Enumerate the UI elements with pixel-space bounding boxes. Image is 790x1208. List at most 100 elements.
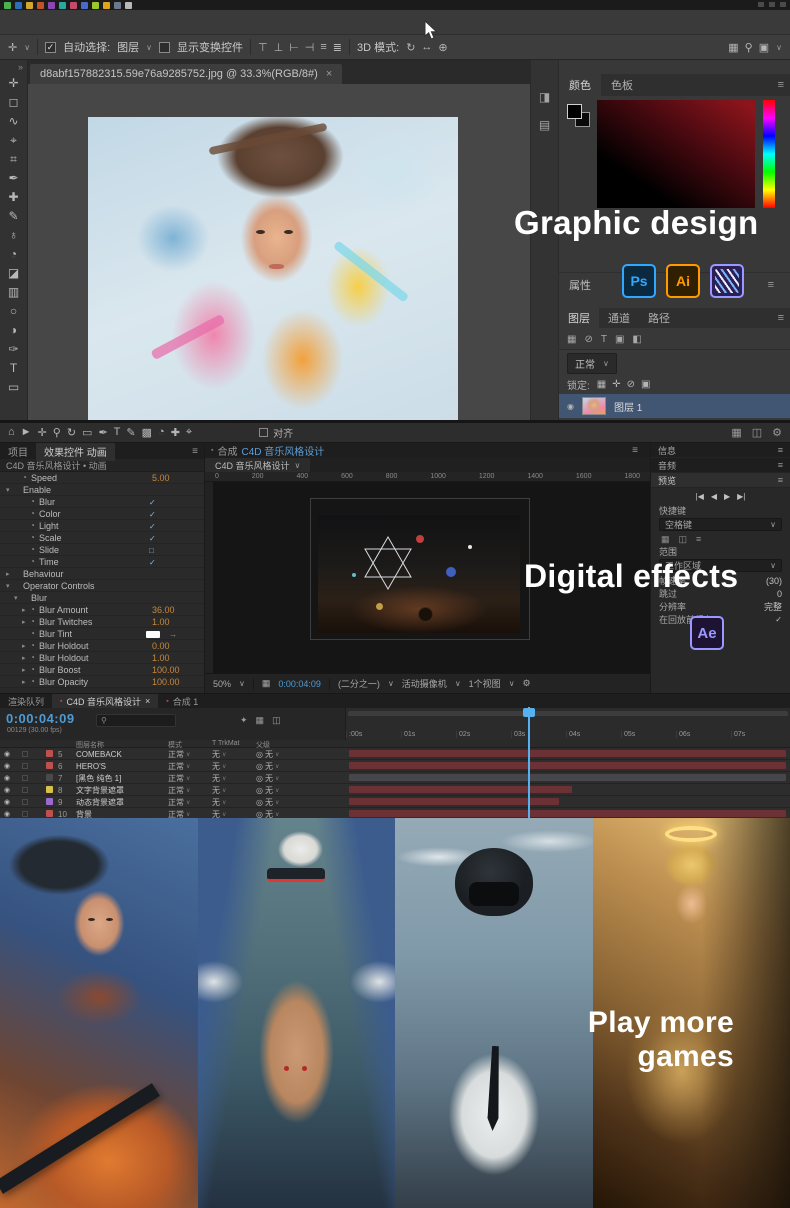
resolution-value[interactable]: (二分之一) <box>338 677 380 690</box>
lock-toggle[interactable] <box>22 787 28 793</box>
pickwhip-icon[interactable]: ◎ <box>256 762 263 771</box>
layer-trkmat[interactable]: 无 ∨ <box>212 772 226 784</box>
resolution-value[interactable]: 完整 <box>764 600 782 613</box>
pickwhip-icon[interactable]: ◎ <box>256 810 263 819</box>
timeline-ruler[interactable]: :00s 01s 02s 03s 04s 05s 06s 07s <box>345 708 790 740</box>
stopwatch-icon[interactable]: ◔ <box>30 653 39 662</box>
expand-arrow-icon[interactable]: ▾ <box>6 582 14 590</box>
layer-duration-bar[interactable] <box>349 774 786 781</box>
stopwatch-icon[interactable]: ◔ <box>30 557 39 566</box>
layer-name[interactable]: [黑色 纯色 1] <box>76 772 121 784</box>
pickwhip-icon[interactable]: ◎ <box>256 774 263 783</box>
timeline-layer-row[interactable]: ◉ 7 [黑色 纯色 1] 正常 ∨ 无 ∨ ◎ 无 ∨ <box>0 772 790 784</box>
layer-name[interactable]: COMEBACK <box>76 748 122 760</box>
tool-icon[interactable]: ⌂ <box>8 426 15 439</box>
play-button[interactable]: ▶ <box>724 492 730 501</box>
tool-icon[interactable]: ◔ <box>158 426 165 439</box>
3d-mode-icon[interactable]: ⊕ <box>438 41 447 54</box>
close-window-icon[interactable] <box>780 2 786 7</box>
expand-arrow-icon[interactable]: ▸ <box>22 666 30 674</box>
property-value[interactable]: 0.00 <box>152 641 170 651</box>
layer-blend-mode[interactable]: 正常 ∨ <box>168 784 190 796</box>
property-value[interactable]: 1.00 <box>152 617 170 627</box>
lock-toggle[interactable] <box>22 811 28 817</box>
layer-parent[interactable]: ◎ 无 ∨ <box>256 748 279 760</box>
layer-filter-icon[interactable]: ◧ <box>632 334 641 345</box>
tool-icon[interactable]: ✎ <box>126 426 135 439</box>
view-layout-value[interactable]: 1个视图 <box>469 677 501 690</box>
panel-menu-icon[interactable]: ≡ <box>778 445 783 455</box>
lock-toggle[interactable] <box>22 799 28 805</box>
stopwatch-icon[interactable]: ◔ <box>30 521 39 530</box>
effect-property-row[interactable]: ▾ Enable <box>0 484 204 496</box>
toolbar-icon[interactable]: ▣ <box>759 41 769 54</box>
layer-filter-icon[interactable]: T <box>601 334 607 345</box>
info-panel-tab[interactable]: 信息 ≡ <box>651 443 790 458</box>
auto-select-value[interactable]: 图层 <box>117 39 139 55</box>
lock-option-icon[interactable]: ▦ <box>597 379 606 390</box>
layer-trkmat[interactable]: 无 ∨ <box>212 784 226 796</box>
property-checkbox[interactable]: ✓ <box>149 510 156 519</box>
panel-menu-icon[interactable]: ≡ <box>768 279 774 291</box>
timeline-layer-row[interactable]: ◉ 5 COMEBACK 正常 ∨ 无 ∨ ◎ 无 ∨ <box>0 748 790 760</box>
layer-parent[interactable]: ◎ 无 ∨ <box>256 760 279 772</box>
stopwatch-icon[interactable]: ◔ <box>30 545 39 554</box>
taskbar-app-icon[interactable] <box>70 1 77 9</box>
tool-icon[interactable]: ▥ <box>8 283 19 302</box>
cache-checkbox[interactable]: ✓ <box>775 615 782 624</box>
toolbar-icon[interactable]: ⚲ <box>745 41 753 54</box>
taskbar-app-icon[interactable] <box>4 1 11 9</box>
zoom-level[interactable]: 50% <box>213 679 231 689</box>
expand-arrow-icon[interactable]: ▸ <box>22 642 30 650</box>
property-checkbox[interactable]: ✓ <box>149 534 156 543</box>
align-icon[interactable]: ≡ <box>320 41 326 54</box>
tool-icon[interactable]: ∿ <box>8 112 18 131</box>
layer-color-swatch[interactable] <box>46 786 53 793</box>
layer-color-swatch[interactable] <box>46 810 53 817</box>
tool-icon[interactable]: ◔ <box>10 245 17 264</box>
lock-toggle[interactable] <box>22 763 28 769</box>
property-value[interactable]: 100.00 <box>152 665 180 675</box>
layer-name[interactable]: 文字背景遮罩 <box>76 784 124 796</box>
effect-property-row[interactable]: ▸ ◔ Blur Holdout 1.00 <box>0 652 204 664</box>
tool-icon[interactable]: ✒ <box>8 169 18 188</box>
property-value[interactable]: 36.00 <box>152 605 175 615</box>
timeline-layer-row[interactable]: ◉ 10 背景 正常 ∨ 无 ∨ ◎ 无 ∨ <box>0 808 790 818</box>
snap-checkbox[interactable] <box>259 428 269 437</box>
timeline-layer-row[interactable]: ◉ 6 HERO'S 正常 ∨ 无 ∨ ◎ 无 ∨ <box>0 760 790 772</box>
effect-property-row[interactable]: ◔ Speed 5.00 <box>0 472 204 484</box>
hue-slider[interactable] <box>763 100 775 208</box>
effect-property-row[interactable]: ▸ ◔ Blur Opacity 100.00 <box>0 676 204 688</box>
visibility-eye-icon[interactable]: ◉ <box>4 748 10 760</box>
layer-color-swatch[interactable] <box>46 750 53 757</box>
show-transform-checkbox[interactable] <box>159 41 170 53</box>
taskbar-app-icon[interactable] <box>15 1 22 9</box>
tool-icon[interactable]: ► <box>21 426 32 439</box>
visibility-eye-icon[interactable]: ◉ <box>4 808 10 818</box>
panel-menu-icon[interactable]: ≡ <box>778 460 783 470</box>
tool-icon[interactable]: ⌖ <box>10 131 17 150</box>
lock-option-icon[interactable]: ✛ <box>612 379 620 390</box>
visibility-eye-icon[interactable]: ◉ <box>4 796 10 808</box>
minimize-icon[interactable] <box>758 2 764 7</box>
tab-swatches[interactable]: 色板 <box>601 73 643 97</box>
tool-icon[interactable]: ✛ <box>8 74 18 93</box>
align-icon[interactable]: ⊣ <box>305 41 315 54</box>
property-value[interactable]: 1.00 <box>152 653 170 663</box>
3d-mode-icon[interactable]: ↻ <box>406 41 415 54</box>
current-time[interactable]: 0:00:04:09 <box>278 679 321 689</box>
panel-menu-icon[interactable]: ≡ <box>632 445 638 456</box>
align-icon[interactable]: ⊢ <box>289 41 299 54</box>
shortcut-select[interactable]: 空格键 ∨ <box>659 518 782 531</box>
expand-arrow-icon[interactable]: ▸ <box>6 570 14 578</box>
taskbar-app-icon[interactable] <box>125 1 132 9</box>
tool-icon[interactable]: ✚ <box>171 426 180 439</box>
tool-icon[interactable]: ◑ <box>10 321 17 340</box>
property-checkbox[interactable]: ✓ <box>149 522 156 531</box>
tab-composition-2[interactable]: ▪ 合成 1 <box>158 694 206 708</box>
layer-blend-mode[interactable]: 正常 ∨ <box>168 808 190 819</box>
video-include-icon[interactable]: ▦ <box>661 534 670 545</box>
grid-options-icon[interactable]: ▦ <box>262 678 271 689</box>
lock-toggle[interactable] <box>22 775 28 781</box>
effect-property-row[interactable]: ◔ Light ✓ <box>0 520 204 532</box>
